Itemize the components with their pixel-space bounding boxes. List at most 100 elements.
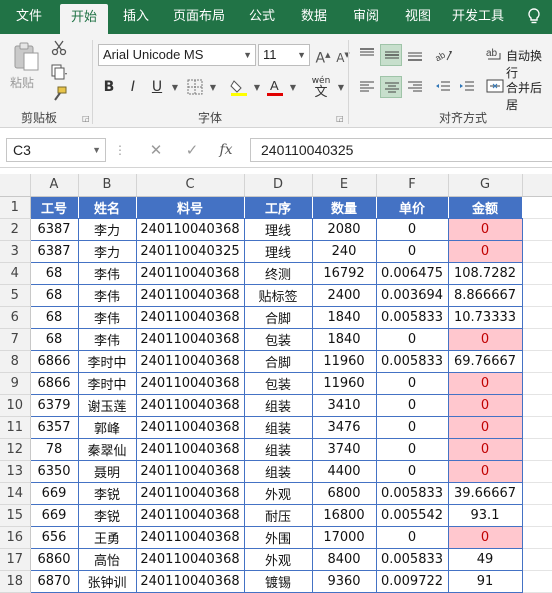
cell[interactable]: 0.009722 <box>375 569 449 593</box>
cell[interactable]: 李锐 <box>77 503 137 527</box>
select-all-corner[interactable] <box>0 174 31 197</box>
cell[interactable]: 68 <box>29 305 79 329</box>
cell[interactable]: 240110040368 <box>135 283 245 307</box>
cell[interactable]: 谢玉莲 <box>77 393 137 417</box>
row-header[interactable]: 18 <box>0 570 31 593</box>
cell[interactable]: 6800 <box>311 481 377 505</box>
cell[interactable]: 0 <box>375 415 449 439</box>
header-cell[interactable]: 数量 <box>311 195 377 219</box>
cell[interactable]: 组装 <box>243 459 313 483</box>
cell[interactable]: 108.7282 <box>447 261 523 285</box>
cell[interactable]: 78 <box>29 437 79 461</box>
cell[interactable]: 49 <box>447 547 523 571</box>
cell[interactable]: 王勇 <box>77 525 137 549</box>
cell[interactable]: 240110040325 <box>135 239 245 263</box>
row-header[interactable]: 8 <box>0 350 31 373</box>
cell[interactable]: 9360 <box>311 569 377 593</box>
cell[interactable]: 0 <box>375 217 449 241</box>
cell[interactable]: 0 <box>447 371 523 395</box>
phonetic-guide-icon[interactable]: wén 文 <box>308 76 334 102</box>
name-box[interactable]: C3 ▼ <box>6 138 106 162</box>
cell[interactable]: 李力 <box>77 239 137 263</box>
cell[interactable]: 李伟 <box>77 327 137 351</box>
cell[interactable]: 11960 <box>311 349 377 373</box>
cell[interactable]: 17000 <box>311 525 377 549</box>
align-left-button[interactable] <box>356 76 378 98</box>
cell[interactable]: 240110040368 <box>135 261 245 285</box>
empty-cell[interactable] <box>522 196 552 219</box>
cell[interactable]: 李锐 <box>77 481 137 505</box>
empty-cell[interactable] <box>522 240 552 263</box>
column-header[interactable]: E <box>312 174 377 197</box>
cell[interactable]: 聂明 <box>77 459 137 483</box>
cell[interactable]: 0 <box>375 459 449 483</box>
cell[interactable]: 240110040368 <box>135 459 245 483</box>
cell[interactable]: 3410 <box>311 393 377 417</box>
cell[interactable]: 2400 <box>311 283 377 307</box>
cell[interactable]: 68 <box>29 327 79 351</box>
row-header[interactable]: 6 <box>0 306 31 329</box>
cell[interactable]: 0 <box>375 393 449 417</box>
cell[interactable]: 0 <box>375 327 449 351</box>
row-header[interactable]: 12 <box>0 438 31 461</box>
cell[interactable]: 68 <box>29 283 79 307</box>
cell[interactable]: 240110040368 <box>135 437 245 461</box>
header-cell[interactable]: 工序 <box>243 195 313 219</box>
cell[interactable]: 0.006475 <box>375 261 449 285</box>
cell[interactable]: 240110040368 <box>135 525 245 549</box>
cell[interactable]: 贴标签 <box>243 283 313 307</box>
tab-formulas[interactable]: 公式 <box>240 0 284 34</box>
cell[interactable]: 李时中 <box>77 371 137 395</box>
tab-review[interactable]: 审阅 <box>344 0 388 34</box>
cell[interactable]: 0.005833 <box>375 481 449 505</box>
column-header[interactable]: F <box>376 174 449 197</box>
empty-cell[interactable] <box>522 350 552 373</box>
underline-button[interactable]: U <box>146 76 168 98</box>
empty-cell[interactable] <box>522 482 552 505</box>
font-name-select[interactable]: Arial Unicode MS ▼ <box>98 44 256 66</box>
increase-indent-icon[interactable] <box>456 76 478 98</box>
cell[interactable]: 组装 <box>243 437 313 461</box>
font-color-icon[interactable]: A <box>266 78 284 96</box>
empty-cell[interactable] <box>522 548 552 571</box>
cell[interactable]: 1840 <box>311 305 377 329</box>
cell[interactable]: 外围 <box>243 525 313 549</box>
chevron-down-icon[interactable]: ▼ <box>92 139 101 161</box>
cell[interactable]: 240110040368 <box>135 481 245 505</box>
cell[interactable]: 郭峰 <box>77 415 137 439</box>
row-header[interactable]: 14 <box>0 482 31 505</box>
empty-cell[interactable] <box>522 504 552 527</box>
cell[interactable]: 240110040368 <box>135 327 245 351</box>
cell[interactable]: 0.005833 <box>375 349 449 373</box>
cell[interactable]: 李时中 <box>77 349 137 373</box>
header-cell[interactable]: 金额 <box>447 195 523 219</box>
empty-cell[interactable] <box>522 262 552 285</box>
tab-insert[interactable]: 插入 <box>114 0 158 34</box>
cell[interactable]: 0 <box>447 327 523 351</box>
cell[interactable]: 组装 <box>243 393 313 417</box>
cell[interactable]: 6387 <box>29 239 79 263</box>
cell[interactable]: 镀锡 <box>243 569 313 593</box>
cell[interactable]: 张钟训 <box>77 569 137 593</box>
cell[interactable]: 0 <box>375 525 449 549</box>
cell[interactable]: 1840 <box>311 327 377 351</box>
align-right-button[interactable] <box>404 76 426 98</box>
cell[interactable]: 11960 <box>311 371 377 395</box>
cell[interactable]: 合脚 <box>243 349 313 373</box>
cell[interactable]: 0 <box>375 371 449 395</box>
top-align-button[interactable] <box>356 44 378 66</box>
header-cell[interactable]: 单价 <box>375 195 449 219</box>
cell[interactable]: 240110040368 <box>135 393 245 417</box>
empty-cell[interactable] <box>522 526 552 549</box>
empty-cell[interactable] <box>522 284 552 307</box>
row-header[interactable]: 3 <box>0 240 31 263</box>
row-header[interactable]: 16 <box>0 526 31 549</box>
paste-button[interactable]: 粘贴 <box>10 74 34 91</box>
cell[interactable]: 包装 <box>243 327 313 351</box>
cell[interactable]: 669 <box>29 503 79 527</box>
cell[interactable]: 0.005542 <box>375 503 449 527</box>
cell[interactable]: 3476 <box>311 415 377 439</box>
cell[interactable]: 3740 <box>311 437 377 461</box>
empty-cell[interactable] <box>522 218 552 241</box>
empty-cell[interactable] <box>522 438 552 461</box>
